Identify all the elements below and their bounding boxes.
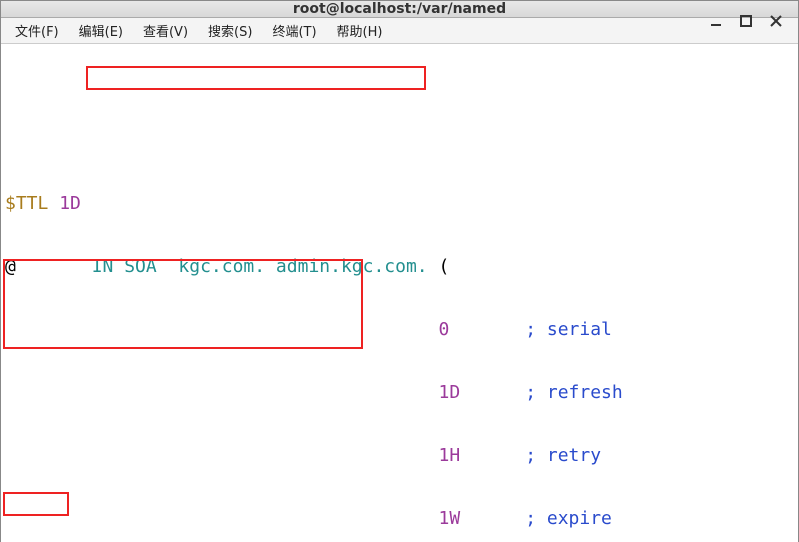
menu-edit[interactable]: 编辑(E) — [69, 18, 133, 43]
titlebar: root@localhost:/var/named — [1, 1, 798, 18]
menu-help[interactable]: 帮助(H) — [327, 18, 393, 43]
zone-line-refresh: 1D ; refresh — [5, 382, 794, 403]
menu-search[interactable]: 搜索(S) — [198, 18, 262, 43]
minimize-icon — [710, 15, 722, 27]
menu-terminal[interactable]: 终端(T) — [262, 18, 326, 43]
zone-line-expire: 1W ; expire — [5, 508, 794, 529]
zone-line-ttl: $TTL 1D — [5, 193, 794, 214]
zone-line-retry: 1H ; retry — [5, 445, 794, 466]
close-icon — [770, 15, 782, 27]
highlight-box-soa — [86, 66, 426, 90]
minimize-button[interactable] — [708, 13, 724, 29]
window-controls — [708, 1, 792, 41]
terminal-window: root@localhost:/var/named 文件(F) 编辑(E) 查看… — [0, 0, 799, 542]
zone-line-soa: @ IN SOA kgc.com. admin.kgc.com. ( — [5, 256, 794, 277]
close-button[interactable] — [768, 13, 784, 29]
menu-file[interactable]: 文件(F) — [5, 18, 69, 43]
menubar: 文件(F) 编辑(E) 查看(V) 搜索(S) 终端(T) 帮助(H) — [1, 18, 798, 44]
maximize-icon — [740, 15, 752, 27]
window-title: root@localhost:/var/named — [1, 1, 798, 17]
maximize-button[interactable] — [738, 13, 754, 29]
zone-line-serial: 0 ; serial — [5, 319, 794, 340]
menu-view[interactable]: 查看(V) — [133, 18, 198, 43]
terminal-content[interactable]: $TTL 1D @ IN SOA kgc.com. admin.kgc.com.… — [1, 44, 798, 542]
